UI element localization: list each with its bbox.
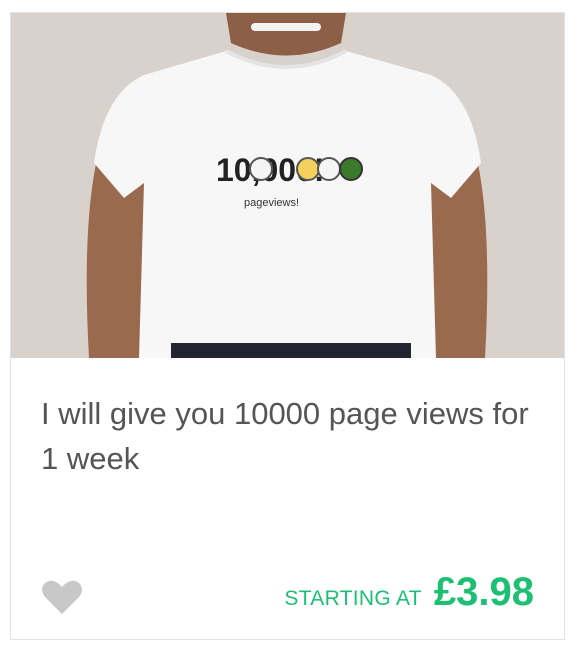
shirt-print-caption: pageviews!	[244, 197, 299, 209]
tshirt-photo: 10,000! pageviews!	[11, 13, 564, 358]
favorite-button[interactable]	[41, 579, 83, 615]
gig-card[interactable]: 10,000! pageviews! I will give you 10000…	[10, 12, 565, 640]
gig-thumbnail[interactable]: 10,000! pageviews!	[11, 13, 564, 358]
starting-at-label: STARTING AT	[284, 587, 422, 610]
price-value: £3.98	[433, 570, 534, 614]
heart-icon	[42, 580, 82, 614]
price-block[interactable]: STARTING AT £3.98	[284, 570, 534, 615]
gig-title[interactable]: I will give you 10000 page views for 1 w…	[41, 391, 541, 481]
